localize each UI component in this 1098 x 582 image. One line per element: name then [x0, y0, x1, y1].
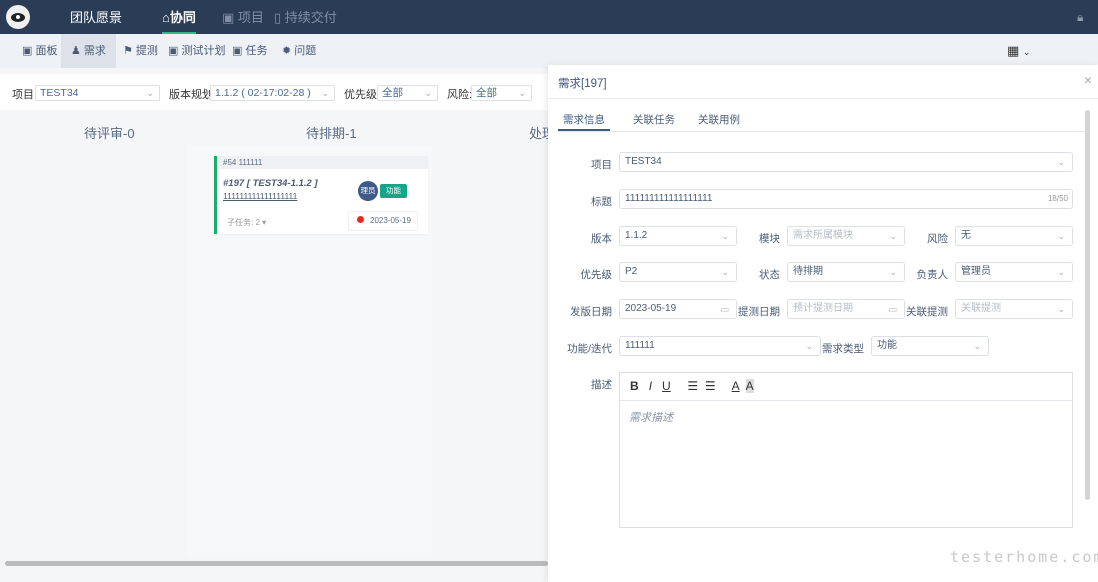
font-color-icon[interactable]: A: [732, 379, 740, 393]
filter-project-label: 项目:: [12, 89, 38, 101]
avatar: 理员: [358, 181, 378, 201]
subnav-tasks[interactable]: ▣ 任务: [222, 34, 277, 68]
column-header-schedule: 待排期-1: [306, 126, 357, 141]
description-editor[interactable]: B I U ☰ ☰ A A 需求描述: [619, 372, 1073, 528]
subnav-board[interactable]: ▣ 面板: [12, 34, 67, 68]
requirement-card[interactable]: #54 111111 #197 [ TEST34-1.1.2 ] 1111111…: [214, 156, 428, 234]
linked-test-select[interactable]: 关联提测 ⌄: [955, 299, 1073, 319]
feature-select[interactable]: 111111 ⌄: [619, 336, 821, 356]
bullet-list-icon[interactable]: ☰: [705, 379, 716, 393]
lock-icon[interactable]: 🔒︎: [1077, 10, 1083, 25]
card-name[interactable]: 111111111111111111: [223, 191, 297, 201]
status-label: 状态: [759, 269, 780, 281]
release-date-label: 发版日期: [570, 306, 612, 318]
type-badge: 功能: [380, 184, 407, 198]
chevron-down-icon: ⌄: [1057, 267, 1065, 277]
filter-priority-label: 优先级:: [344, 89, 381, 101]
priority-label: 优先级: [580, 269, 613, 281]
eye-icon: [11, 12, 25, 22]
drawer-scrollbar[interactable]: [1085, 110, 1090, 500]
risk-label: 风险: [927, 233, 948, 245]
filter-project-select[interactable]: TEST34 ⌄: [35, 85, 160, 101]
background-color-icon[interactable]: A: [745, 379, 754, 393]
drawer-title: 需求[197]: [558, 78, 607, 90]
logo[interactable]: [6, 5, 30, 29]
module-label: 模块: [759, 233, 780, 245]
type-select[interactable]: 功能 ⌄: [871, 336, 989, 356]
feature-label: 功能/迭代: [567, 343, 612, 355]
italic-icon[interactable]: I: [649, 379, 652, 393]
chevron-down-icon: ⌄: [146, 88, 154, 98]
tab-related-tasks[interactable]: 关联任务: [633, 109, 675, 131]
bus-icon: ▣: [222, 10, 238, 25]
close-icon[interactable]: ×: [1084, 72, 1092, 88]
underline-icon[interactable]: U: [662, 379, 671, 393]
description-placeholder: 需求描述: [629, 412, 673, 424]
filter-priority-select[interactable]: 全部 ⌄: [377, 85, 438, 101]
chevron-down-icon: ⌄: [424, 88, 432, 98]
subnav-issues[interactable]: ✹ 问题: [272, 34, 326, 68]
card-title[interactable]: #197 [ TEST34-1.1.2 ]: [223, 178, 318, 189]
editor-toolbar: B I U ☰ ☰ A A: [620, 373, 1072, 401]
chevron-down-icon: ⌄: [973, 341, 981, 351]
status-dot-icon: [357, 216, 364, 223]
tab-divider: [558, 131, 1085, 132]
filter-version-label: 版本规划:: [169, 89, 217, 101]
title-label: 标题: [591, 196, 612, 208]
filter-risk-select[interactable]: 全部 ⌄: [471, 85, 532, 101]
ordered-list-icon[interactable]: ☰: [687, 379, 698, 393]
chevron-down-icon: ⌄: [1057, 304, 1065, 314]
chevron-down-icon: ⌄: [1057, 157, 1065, 167]
home-icon: ⌂: [162, 10, 170, 25]
caret-down-icon: ▾: [262, 218, 267, 227]
risk-select[interactable]: 无 ⌄: [955, 226, 1073, 246]
version-label: 版本: [591, 233, 612, 245]
owner-select[interactable]: 管理员 ⌄: [955, 262, 1073, 282]
chevron-down-icon: ⌄: [1057, 231, 1065, 241]
filter-version-select[interactable]: 1.1.2 ( 02-17:02-28 ) ⌄: [210, 85, 335, 101]
char-count: 18/50: [1047, 194, 1068, 203]
description-label: 描述: [591, 379, 612, 391]
bold-icon[interactable]: B: [630, 379, 639, 393]
chevron-down-icon: ⌄: [518, 88, 526, 98]
test-date-label: 提测日期: [738, 306, 780, 318]
horizontal-scrollbar[interactable]: [5, 561, 548, 566]
subnav-requirements[interactable]: ♟ 需求: [61, 34, 116, 68]
apps-grid-icon[interactable]: ▦ ⌄: [1007, 43, 1030, 59]
nav-collaboration[interactable]: ⌂协同: [162, 0, 196, 34]
nav-team-vision[interactable]: 团队愿景: [70, 0, 122, 34]
title-input[interactable]: 111111111111111111 18/50: [619, 189, 1073, 209]
owner-label: 负责人: [916, 269, 949, 281]
due-date: 2023-05-19: [348, 211, 418, 231]
subtasks-toggle[interactable]: 子任务: 2 ▾: [227, 217, 266, 228]
card-parent: #54 111111: [217, 156, 428, 169]
project-label: 项目: [591, 159, 612, 171]
watermark: testerhome.com: [950, 548, 1098, 566]
tablet-icon: ▯: [274, 10, 285, 25]
linked-test-label: 关联提测: [906, 306, 948, 318]
filter-risk-label: 风险:: [447, 89, 473, 101]
nav-project[interactable]: ▣ 项目: [222, 0, 264, 34]
nav-delivery[interactable]: ▯ 持续交付: [274, 0, 337, 34]
type-label: 需求类型: [822, 343, 864, 355]
tab-related-cases[interactable]: 关联用例: [698, 109, 740, 131]
chevron-down-icon: ⌄: [321, 88, 329, 98]
column-header-review: 待评审-0: [84, 126, 135, 141]
project-select[interactable]: TEST34 ⌄: [619, 152, 1073, 172]
tab-info[interactable]: 需求信息: [558, 109, 610, 131]
divider: [548, 98, 1098, 99]
